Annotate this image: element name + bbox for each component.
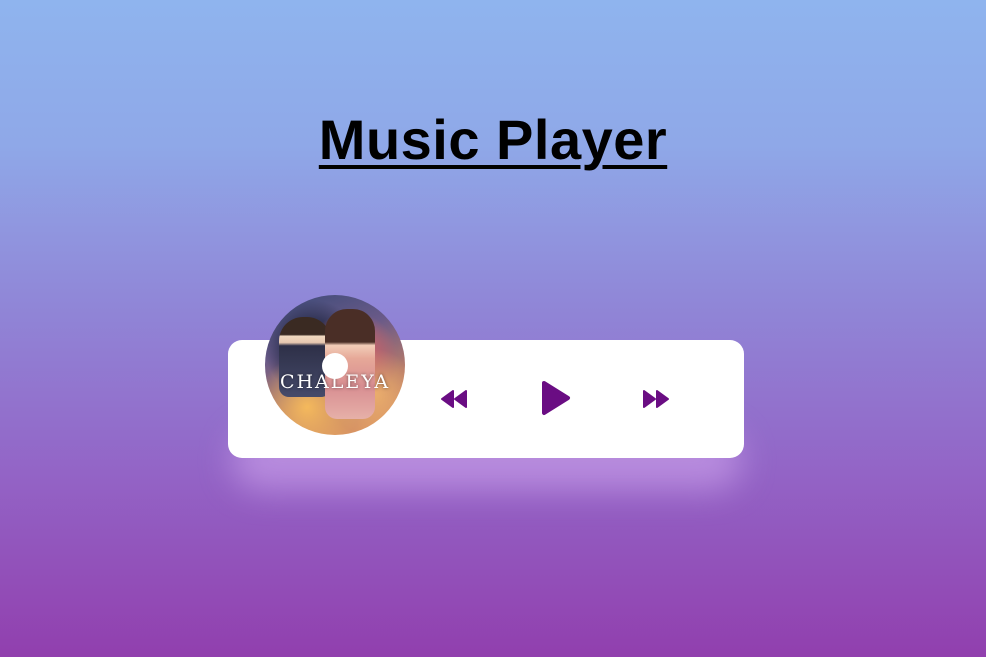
page-title: Music Player (318, 108, 668, 171)
previous-button[interactable] (437, 385, 471, 413)
play-button[interactable] (536, 378, 574, 418)
forward-icon (643, 390, 669, 408)
backward-icon (441, 390, 467, 408)
next-button[interactable] (639, 385, 673, 413)
play-icon (542, 381, 570, 415)
album-spindle-hole (322, 353, 348, 379)
album-art: CHALEYA (265, 295, 405, 435)
